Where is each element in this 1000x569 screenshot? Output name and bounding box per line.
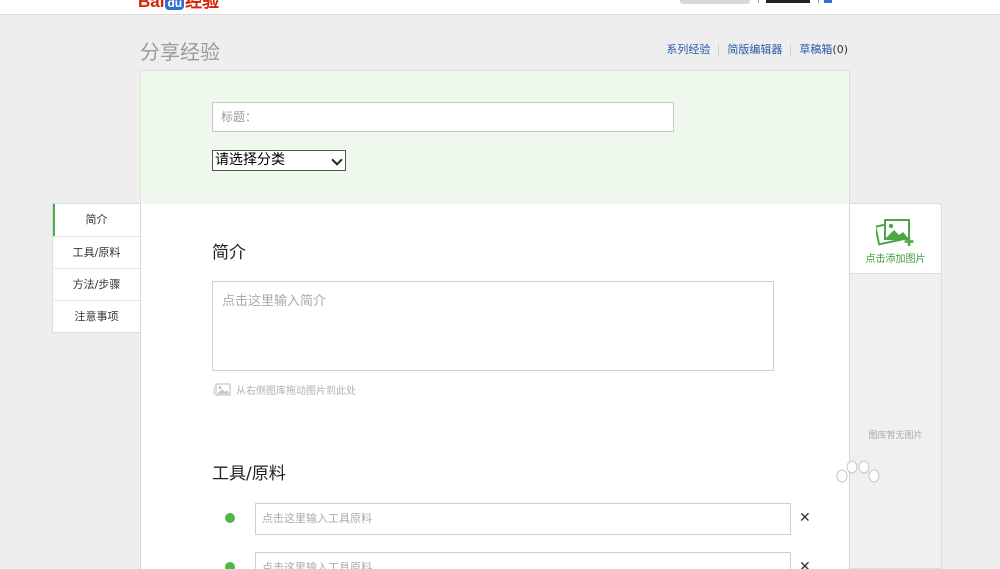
nav-item-steps[interactable]: 方法/步骤 — [53, 268, 140, 300]
category-select[interactable]: 请选择分类 — [212, 150, 346, 171]
tool-input[interactable]: 点击这里输入工具原料 — [255, 552, 791, 569]
nav-item-tools[interactable]: 工具/原料 — [53, 236, 140, 268]
nav-item-notes[interactable]: 注意事项 — [53, 300, 140, 332]
tool-item: 点击这里输入工具原料 ✕ — [225, 503, 811, 535]
page-title: 分享经验 — [140, 40, 220, 64]
logo-jingyan: 经验 — [185, 0, 220, 11]
add-image-label: 点击添加图片 — [865, 254, 926, 265]
drafts-label: 草稿箱 — [799, 43, 833, 56]
logo-du: du — [165, 0, 185, 10]
library-empty-text: 图库暂无图片 — [868, 431, 923, 441]
tools-heading: 工具/原料 — [212, 464, 286, 484]
category-selected-value: 请选择分类 — [215, 152, 285, 168]
top-bar: Bai du 经验 — [0, 0, 1000, 15]
logo-bai: Bai — [138, 0, 165, 11]
intro-textarea[interactable]: 点击这里输入简介 — [212, 281, 774, 371]
divider — [818, 0, 819, 3]
user-menu[interactable] — [680, 0, 850, 8]
image-icon — [213, 383, 231, 396]
baidu-jingyan-logo[interactable]: Bai du 经验 — [138, 0, 219, 11]
intro-heading: 简介 — [212, 243, 246, 263]
title-input[interactable]: 标题： — [212, 102, 674, 132]
title-category-panel: 标题： 请选择分类 — [140, 70, 850, 204]
close-icon[interactable]: ✕ — [799, 511, 811, 525]
chevron-down-icon — [331, 154, 343, 166]
tool-input[interactable]: 点击这里输入工具原料 — [255, 503, 791, 535]
image-library: 点击添加图片 图库暂无图片 — [850, 203, 942, 569]
drag-hint-text: 从右侧图库拖动图片到此处 — [236, 386, 356, 397]
series-experience-link[interactable]: 系列经验 — [658, 44, 718, 56]
drafts-count: (0) — [832, 43, 848, 56]
username-obscured[interactable] — [680, 0, 750, 4]
nav-item-intro[interactable]: 简介 — [53, 204, 140, 236]
header-links: 系列经验 简版编辑器 草稿箱(0) — [658, 44, 848, 56]
simple-editor-link[interactable]: 简版编辑器 — [718, 44, 790, 56]
add-image-button[interactable]: 点击添加图片 — [850, 204, 941, 274]
section-nav: 简介 工具/原料 方法/步骤 注意事项 — [52, 203, 140, 333]
add-image-icon — [876, 219, 914, 246]
message-link-obscured[interactable] — [824, 0, 832, 3]
drag-image-hint: 从右侧图库拖动图片到此处 — [213, 382, 356, 397]
bullet-dot-icon — [225, 562, 235, 569]
editor-main: 简介 点击这里输入简介 从右侧图库拖动图片到此处 工具/原料 点击这里输入工具原… — [140, 204, 850, 569]
divider — [758, 0, 759, 3]
bullet-dot-icon — [225, 513, 235, 523]
tool-item: 点击这里输入工具原料 ✕ — [225, 552, 811, 569]
close-icon[interactable]: ✕ — [799, 560, 811, 569]
drafts-link[interactable]: 草稿箱(0) — [790, 44, 848, 56]
user-link-obscured[interactable] — [766, 0, 810, 3]
